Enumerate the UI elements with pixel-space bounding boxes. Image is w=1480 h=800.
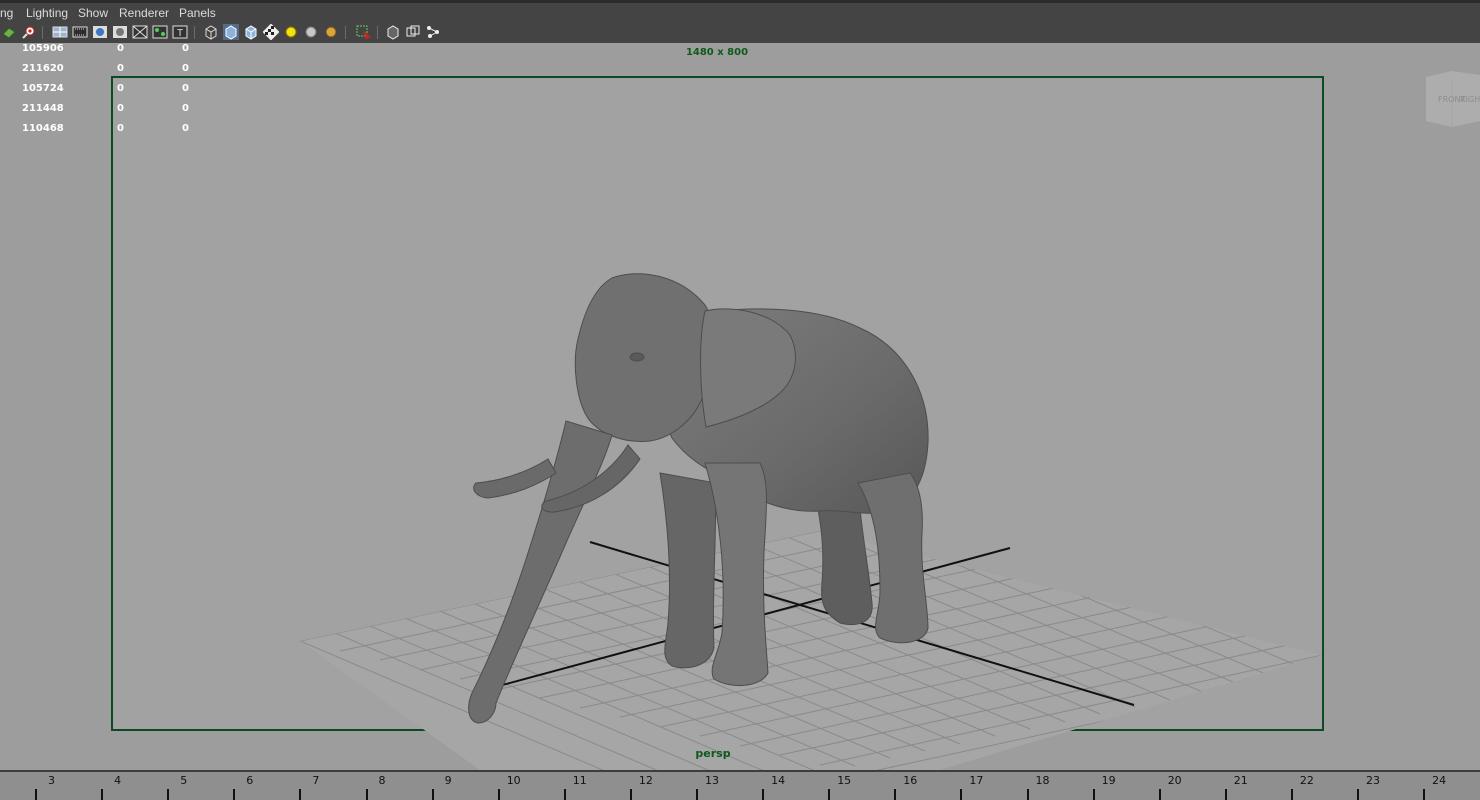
wireframe-icon[interactable] [203, 24, 219, 40]
hud-faces-value: 105724 [22, 83, 64, 94]
timeline-tick-mark [35, 789, 37, 800]
hud-uvs-selected: 0 [117, 123, 124, 134]
panel-menu-bar: ng Lighting Show Renderer Panels [0, 0, 1480, 22]
camera-name-label: persp [695, 747, 731, 760]
timeline-tick-mark [1290, 789, 1293, 800]
timeline-tick-mark [563, 789, 566, 800]
textured-icon[interactable] [262, 23, 280, 41]
select-camera-icon[interactable] [1, 24, 17, 40]
timeline-frame-label: 24 [1432, 774, 1447, 787]
timeline-frame-label: 15 [837, 774, 852, 787]
svg-text:T: T [177, 28, 183, 39]
hud-uvs-components: 0 [182, 123, 189, 134]
timeline-frame-label: 4 [114, 774, 122, 787]
perspective-viewport[interactable]: 105906 0 0 211620 0 0 105724 0 0 211448 … [0, 43, 1480, 770]
safe-title-icon[interactable]: T [172, 24, 188, 40]
view-cube-right-label: RIGHT [1460, 95, 1480, 104]
timeline-tick-mark [762, 789, 765, 800]
menu-panels[interactable]: Panels [179, 6, 216, 20]
hud-faces-selected: 0 [117, 83, 124, 94]
hud-uvs-value: 110468 [22, 123, 64, 134]
panel-toolbar: T [0, 22, 1480, 44]
timeline-frame-label: 14 [771, 774, 786, 787]
timeline-frame-label: 21 [1233, 774, 1248, 787]
timeline-tick-mark [1224, 789, 1227, 800]
timeline-tick-mark [1026, 789, 1029, 800]
timeline-tick-mark [696, 789, 698, 800]
hud-edges-value: 211620 [22, 63, 64, 74]
timeline-frame-label: 22 [1299, 774, 1314, 787]
timeline-tick-mark [894, 789, 897, 800]
timeline-frame-label: 19 [1101, 774, 1116, 787]
timeline-tick-mark [1423, 789, 1426, 800]
gate-mask-icon[interactable] [112, 24, 128, 40]
timeline-frame-label: 18 [1035, 774, 1050, 787]
timeline-frame-label: 16 [903, 774, 918, 787]
timeline-tick-mark [1357, 789, 1359, 800]
hud-tris-value: 211448 [22, 103, 64, 114]
hud-faces-components: 0 [182, 83, 189, 94]
timeline-frame-label: 3 [48, 774, 55, 787]
use-default-light-icon[interactable] [283, 24, 299, 40]
timeline-frame-label: 10 [506, 774, 521, 787]
timeline-frame-label: 17 [969, 774, 984, 787]
timeline-tick-mark [101, 789, 104, 800]
hud-tris-components: 0 [182, 103, 189, 114]
timeline-tick-mark [167, 789, 170, 800]
resolution-gate-icon[interactable] [92, 24, 108, 40]
timeline-frame-label: 12 [638, 774, 653, 787]
timeline-tick-mark [299, 789, 302, 800]
timeline-frame-label: 11 [572, 774, 587, 787]
toolbar-separator [345, 26, 346, 39]
hud-verts-value: 105906 [22, 43, 64, 54]
smooth-shade-icon[interactable] [223, 24, 239, 40]
film-gate-icon[interactable] [72, 24, 88, 40]
timeline-tick-mark [497, 789, 500, 800]
timeline-tick-mark [365, 789, 368, 800]
timeline-frame-label: 9 [444, 774, 452, 787]
field-chart-icon[interactable] [132, 24, 148, 40]
isolate-select-icon[interactable] [355, 24, 372, 40]
timeline-frame-label: 20 [1167, 774, 1182, 787]
menu-show[interactable]: Show [78, 6, 108, 20]
camera-attributes-icon[interactable] [21, 24, 37, 40]
menu-shading[interactable]: ng [0, 6, 13, 20]
xray-components-icon[interactable] [425, 24, 441, 40]
toolbar-separator [194, 26, 195, 39]
resolution-readout: 1480 x 800 [685, 47, 749, 58]
hud-tris-selected: 0 [117, 103, 124, 114]
menu-renderer[interactable]: Renderer [119, 6, 169, 20]
shadows-icon[interactable] [323, 24, 339, 40]
scene-canvas [300, 273, 1322, 770]
toolbar-separator [42, 26, 43, 39]
timeline-tick-mark [1158, 789, 1161, 800]
timeline-frame-label: 7 [312, 774, 320, 787]
grid-icon[interactable] [52, 24, 68, 40]
toolbar-separator [377, 26, 378, 39]
timeline-tick-mark [1092, 789, 1095, 800]
hud-edges-components: 0 [182, 63, 189, 74]
timeline-tick-mark [233, 789, 236, 800]
hud-verts-selected: 0 [117, 43, 124, 54]
xray-joints-icon[interactable] [405, 24, 421, 40]
timeline-frame-label: 8 [378, 774, 386, 787]
timeline-frame-label: 13 [705, 774, 719, 787]
wireframe-on-shaded-icon[interactable] [243, 24, 259, 40]
timeline-frame-label: 5 [180, 774, 188, 787]
timeline-tick-mark [629, 789, 632, 800]
time-slider[interactable]: 3 4 5 6 7 8 9 10 11 12 13 14 15 16 17 18 19 20 21 22 23 24 [0, 770, 1480, 800]
timeline-frame-label: 23 [1366, 774, 1380, 787]
view-cube[interactable]: FRONT RIGHT [1422, 71, 1480, 127]
xray-icon[interactable] [385, 24, 401, 40]
safe-action-icon[interactable] [152, 24, 168, 40]
hud-verts-components: 0 [182, 43, 189, 54]
timeline-frame-label: 6 [246, 774, 254, 787]
timeline-tick-mark [431, 789, 434, 800]
timeline-tick-mark [960, 789, 963, 800]
timeline-tick-mark [828, 789, 831, 800]
menu-lighting[interactable]: Lighting [26, 6, 68, 20]
hud-edges-selected: 0 [117, 63, 124, 74]
all-lights-icon[interactable] [303, 24, 319, 40]
